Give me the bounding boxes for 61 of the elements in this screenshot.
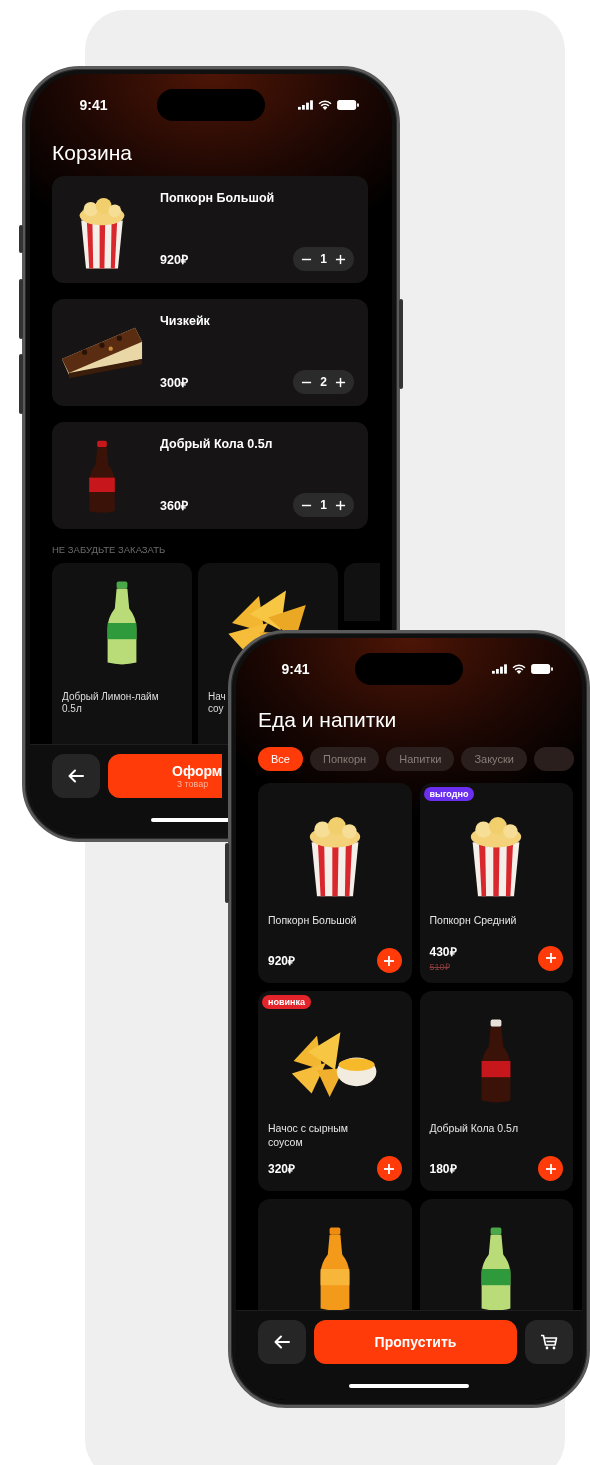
product-price: 430₽: [429, 944, 457, 960]
product-name: Добрый Лимон-лайм 0.5л: [62, 691, 160, 715]
item-name: Добрый Кола 0.5л: [160, 437, 274, 451]
product-card[interactable]: Попкорн Большой 920₽: [258, 783, 412, 983]
product-name: Добрый Кола 0.5л: [429, 1121, 520, 1135]
product-price: 920₽: [268, 953, 296, 969]
quantity-value: 2: [320, 375, 327, 389]
item-price: 360₽: [160, 497, 188, 514]
add-button[interactable]: [376, 948, 402, 973]
product-card[interactable]: Добрый Лимон-лайм 0.5л: [52, 563, 192, 744]
item-name: Чизкейк: [160, 314, 211, 328]
product-name: Попкорн Большой: [268, 913, 358, 927]
item-price: 300₽: [160, 374, 188, 391]
add-button[interactable]: [538, 1156, 563, 1181]
plus-icon: [544, 952, 557, 964]
skip-button[interactable]: Пропустить: [314, 1320, 517, 1364]
wifi-icon: [318, 100, 332, 110]
category-chip[interactable]: Закуски: [461, 747, 527, 771]
old-price: 510₽: [429, 961, 451, 973]
plus-icon[interactable]: [335, 376, 346, 388]
cart-icon: [540, 1334, 558, 1350]
add-button[interactable]: [538, 945, 563, 971]
signal-icon: [298, 100, 313, 110]
screen-title: Еда и напитки: [258, 707, 398, 733]
product-name: Начос с сырным соусом: [268, 1121, 350, 1149]
badge: выгодно: [423, 787, 475, 801]
screen-title: Корзина: [52, 140, 133, 166]
back-button[interactable]: [258, 1320, 306, 1364]
battery-icon: [337, 100, 359, 110]
checkout-button[interactable]: Оформ 3 товар: [108, 754, 222, 798]
product-card[interactable]: выгодно Попкорн Средний 430₽ 510₽: [419, 783, 573, 983]
product-card[interactable]: Добрый Кола 0.5л 180₽: [419, 991, 573, 1191]
status-time: 9:41: [79, 97, 108, 113]
back-arrow-icon: [68, 769, 84, 783]
plus-icon: [544, 1162, 557, 1175]
back-button[interactable]: [52, 754, 100, 798]
item-name: Попкорн Большой: [160, 191, 276, 205]
back-arrow-icon: [274, 1335, 290, 1349]
product-name: Попкорн Средний: [429, 913, 518, 927]
cart-button[interactable]: [525, 1320, 573, 1364]
add-button[interactable]: [376, 1156, 402, 1181]
section-label: НЕ ЗАБУДЬТЕ ЗАКАЗАТЬ: [52, 544, 167, 555]
product-price: 180₽: [429, 1161, 457, 1177]
product-price: 320₽: [268, 1161, 296, 1177]
plus-icon[interactable]: [335, 499, 346, 511]
battery-icon: [531, 664, 553, 674]
plus-icon: [383, 954, 395, 967]
quantity-value: 1: [320, 252, 327, 266]
plus-icon: [383, 1162, 395, 1175]
wifi-icon: [512, 664, 526, 674]
category-chip[interactable]: Попкорн: [309, 747, 380, 771]
product-name: Нач соу: [208, 691, 227, 715]
status-time: 9:41: [281, 661, 310, 677]
category-chip[interactable]: Напитки: [386, 747, 455, 771]
quantity-value: 1: [320, 498, 327, 512]
item-price: 920₽: [160, 251, 188, 268]
plus-icon[interactable]: [335, 253, 346, 265]
product-card[interactable]: новинка Начос с сырным соусом 320₽: [258, 991, 412, 1191]
badge: новинка: [262, 995, 311, 1009]
signal-icon: [492, 664, 507, 674]
category-chip[interactable]: Все: [258, 747, 303, 771]
